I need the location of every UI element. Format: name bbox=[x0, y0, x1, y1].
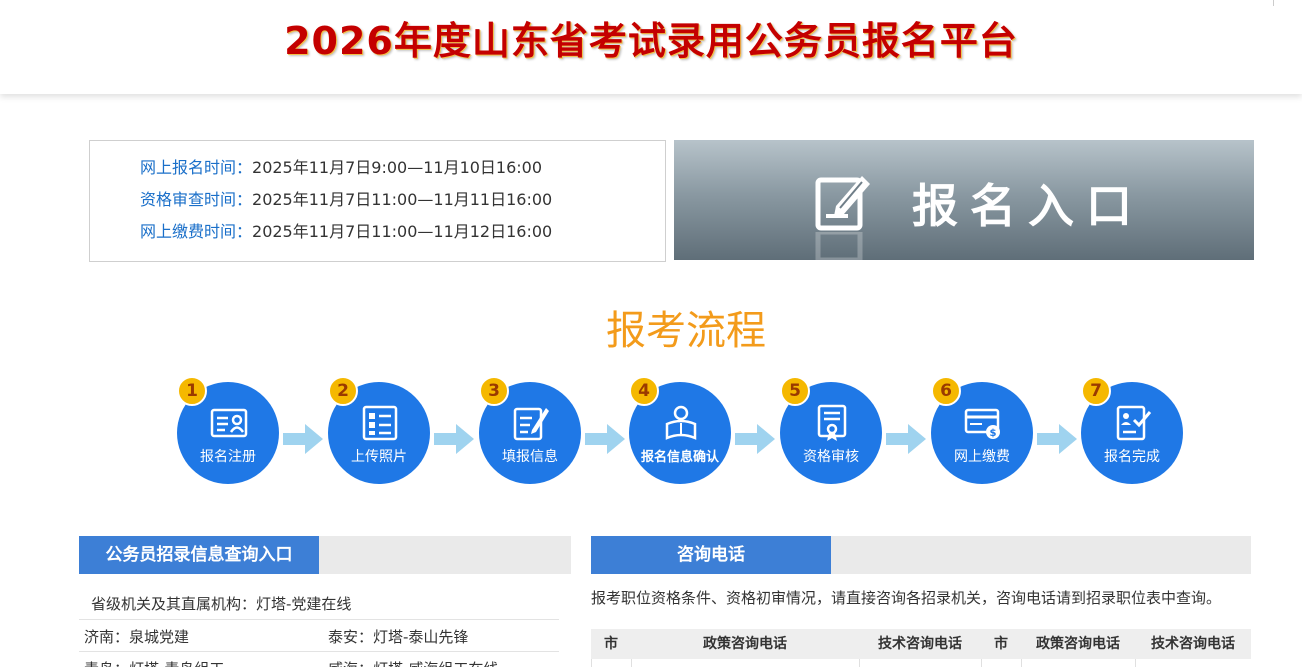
header-divider bbox=[1273, 0, 1274, 6]
page-title: 2026年度山东省考试录用公务员报名平台 bbox=[284, 19, 1018, 63]
payment-card-icon: $ bbox=[964, 408, 1000, 439]
table-divider bbox=[631, 659, 632, 667]
payment-time-value: 2025年11月7日11:00—11月12日16:00 bbox=[252, 222, 553, 241]
certificate-icon bbox=[817, 404, 847, 441]
registration-entry-button[interactable]: 报名入口 bbox=[674, 140, 1254, 260]
query-link-jinan[interactable]: 济南：泉城党建 bbox=[84, 627, 189, 647]
step-complete[interactable]: 7 报名完成 bbox=[1081, 376, 1183, 484]
id-card-icon bbox=[210, 408, 248, 438]
step-number: 7 bbox=[1081, 376, 1111, 406]
payment-time-label: 网上缴费时间： bbox=[140, 222, 253, 241]
query-panel-title: 公务员招录信息查询入口 bbox=[79, 536, 319, 574]
step-number: 3 bbox=[479, 376, 509, 406]
registration-time-value: 2025年11月7日9:00—11月10日16:00 bbox=[252, 158, 543, 177]
table-header-tech-phone: 技术咨询电话 bbox=[1151, 636, 1235, 652]
step-arrow-icon bbox=[735, 424, 775, 454]
step-label: 报名注册 bbox=[200, 449, 256, 465]
query-link-provincial[interactable]: 省级机关及其直属机构：灯塔-党建在线 bbox=[91, 594, 351, 614]
table-divider bbox=[859, 659, 860, 667]
step-number: 1 bbox=[177, 376, 207, 406]
consult-table-header: 市 政策咨询电话 技术咨询电话 市 政策咨询电话 技术咨询电话 bbox=[591, 629, 1251, 659]
step-number: 6 bbox=[931, 376, 961, 406]
query-link-taian[interactable]: 泰安：灯塔-泰山先锋 bbox=[328, 627, 468, 647]
step-upload-photo[interactable]: 2 上传照片 bbox=[328, 376, 430, 484]
step-arrow-icon bbox=[283, 424, 323, 454]
step-confirm-info[interactable]: 4 报名信息确认 bbox=[629, 376, 731, 484]
person-reading-icon bbox=[665, 405, 697, 440]
registration-time-label: 网上报名时间： bbox=[140, 158, 253, 177]
review-time-row: 资格审查时间：2025年11月7日11:00—11月11日16:00 bbox=[140, 190, 552, 210]
step-arrow-icon bbox=[585, 424, 625, 454]
step-label: 网上缴费 bbox=[954, 449, 1010, 465]
step-number: 5 bbox=[780, 376, 810, 406]
process-title: 报考流程 bbox=[606, 308, 766, 354]
review-time-label: 资格审查时间： bbox=[140, 190, 253, 209]
registration-time-row: 网上报名时间：2025年11月7日9:00—11月10日16:00 bbox=[140, 158, 542, 178]
table-header-city: 市 bbox=[604, 636, 618, 652]
step-arrow-icon bbox=[886, 424, 926, 454]
pen-form-icon bbox=[513, 407, 549, 441]
consult-panel-header: 咨询电话 bbox=[591, 536, 1251, 574]
step-label: 填报信息 bbox=[502, 449, 558, 465]
step-fill-info[interactable]: 3 填报信息 bbox=[479, 376, 581, 484]
divider bbox=[79, 651, 559, 652]
consult-panel-title: 咨询电话 bbox=[591, 536, 831, 574]
step-label: 上传照片 bbox=[351, 449, 407, 465]
review-time-value: 2025年11月7日11:00—11月11日16:00 bbox=[252, 190, 553, 209]
step-label: 报名信息确认 bbox=[640, 450, 719, 465]
step-qualification-review[interactable]: 5 资格审核 bbox=[780, 376, 882, 484]
edit-document-icon-reflection bbox=[815, 232, 863, 260]
edit-document-icon bbox=[815, 176, 870, 231]
payment-time-row: 网上缴费时间：2025年11月7日11:00—11月12日16:00 bbox=[140, 222, 552, 242]
registration-entry-label: 报名入口 bbox=[912, 179, 1144, 233]
step-online-payment[interactable]: 6 $ 网上缴费 bbox=[931, 376, 1033, 484]
step-register[interactable]: 1 报名注册 bbox=[177, 376, 279, 484]
step-label: 资格审核 bbox=[803, 449, 859, 465]
consult-table-body bbox=[591, 659, 1251, 667]
query-panel-header: 公务员招录信息查询入口 bbox=[79, 536, 571, 574]
divider bbox=[79, 619, 559, 620]
check-document-icon bbox=[1116, 405, 1152, 441]
table-divider bbox=[1135, 659, 1136, 667]
photo-form-icon bbox=[362, 405, 398, 441]
step-arrow-icon bbox=[434, 424, 474, 454]
step-number: 2 bbox=[328, 376, 358, 406]
table-divider bbox=[981, 659, 982, 667]
header: 2026年度山东省考试录用公务员报名平台 bbox=[0, 0, 1302, 94]
step-arrow-icon bbox=[1037, 424, 1077, 454]
step-number: 4 bbox=[629, 376, 659, 406]
table-header-policy-phone: 政策咨询电话 bbox=[1036, 636, 1120, 652]
table-header-tech-phone: 技术咨询电话 bbox=[878, 636, 962, 652]
query-link-qingdao[interactable]: 青岛：灯塔-青岛组工 bbox=[84, 659, 224, 667]
table-header-city: 市 bbox=[994, 636, 1008, 652]
table-divider bbox=[1021, 659, 1022, 667]
table-header-policy-phone: 政策咨询电话 bbox=[703, 636, 787, 652]
registration-times-box: 网上报名时间：2025年11月7日9:00—11月10日16:00 资格审查时间… bbox=[89, 140, 666, 262]
consult-description: 报考职位资格条件、资格初审情况，请直接咨询各招录机关，咨询电话请到招录职位表中查… bbox=[591, 589, 1222, 607]
step-label: 报名完成 bbox=[1104, 449, 1160, 465]
query-link-weihai[interactable]: 威海：灯塔-威海组工在线 bbox=[328, 659, 498, 667]
svg-text:$: $ bbox=[990, 428, 997, 439]
